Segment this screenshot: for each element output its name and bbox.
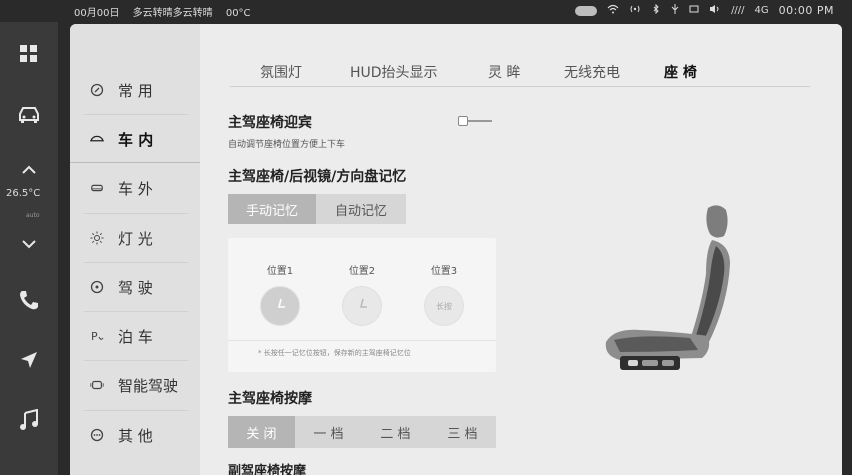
hotspot-icon xyxy=(629,4,641,17)
massage-off-button[interactable]: 关 闭 xyxy=(228,416,295,448)
seat-settings-content: 氛围灯 HUD抬头显示 灵 眸 无线充电 座 椅 主驾座椅迎宾 自动调节座椅位置… xyxy=(200,24,842,475)
settings-menu: 常 用 车 内 车 外 灯 光 驾 驶 P 泊 车 智能驾驶 其 他 xyxy=(70,24,200,475)
sensor-icon xyxy=(90,378,104,392)
music-icon[interactable] xyxy=(17,408,41,432)
manual-memory-button[interactable]: 手动记忆 xyxy=(228,194,316,224)
clock-icon xyxy=(90,83,104,97)
tab-seat[interactable]: 座 椅 xyxy=(664,62,697,82)
position-1-button[interactable] xyxy=(260,286,300,326)
menu-item-label: 灯 光 xyxy=(118,229,153,248)
settings-panel: 常 用 车 内 车 外 灯 光 驾 驶 P 泊 车 智能驾驶 其 他 氛围灯 H… xyxy=(70,24,842,475)
status-weather: 多云转晴多云转晴 xyxy=(132,8,213,19)
car-exterior-icon xyxy=(90,181,104,195)
memory-positions-card: 位置1 位置2 位置3 长按 * 长按任一记忆位按钮，保存新的主驾座椅记忆位 xyxy=(228,238,496,372)
position-2-label: 位置2 xyxy=(348,266,376,277)
seat-welcome-toggle[interactable] xyxy=(458,116,492,126)
massage-level-selector: 关 闭 一 档 二 档 三 档 xyxy=(228,416,496,448)
settings-tabs: 氛围灯 HUD抬头显示 灵 眸 无线充电 座 椅 xyxy=(230,58,810,87)
display-icon xyxy=(689,4,699,17)
menu-item-smart-driving[interactable]: 智能驾驶 xyxy=(70,361,200,409)
status-temperature: 00°C xyxy=(225,8,251,19)
menu-item-label: 智能驾驶 xyxy=(118,376,179,395)
usb-icon xyxy=(671,4,679,17)
memory-mode-selector: 手动记忆 自动记忆 xyxy=(228,194,406,224)
temp-down-icon[interactable] xyxy=(17,232,41,256)
tab-wireless-charging[interactable]: 无线充电 xyxy=(564,62,620,82)
menu-item-interior[interactable]: 车 内 xyxy=(70,115,200,163)
svg-text:P: P xyxy=(91,330,98,343)
wifi-icon xyxy=(607,4,619,17)
menu-item-common[interactable]: 常 用 xyxy=(70,66,200,114)
status-bar: 00月00日 多云转晴多云转晴 00°C //// 4G 00:00 PM xyxy=(0,0,852,22)
network-type: 4G xyxy=(754,5,769,16)
long-press-hint: 长按 xyxy=(436,301,452,311)
volume-icon xyxy=(709,4,721,17)
vehicle-icon[interactable] xyxy=(17,102,41,126)
battery-pill-icon xyxy=(575,5,598,16)
menu-item-label: 泊 车 xyxy=(118,327,153,346)
tab-hud[interactable]: HUD抬头显示 xyxy=(350,62,438,82)
apps-grid-icon[interactable] xyxy=(17,42,41,66)
memory-title: 主驾座椅/后视镜/方向盘记忆 xyxy=(228,169,407,185)
menu-item-exterior[interactable]: 车 外 xyxy=(70,164,200,212)
tab-ambient-light[interactable]: 氛围灯 xyxy=(260,62,302,82)
menu-item-label: 其 他 xyxy=(118,426,153,445)
status-date: 00月00日 xyxy=(74,8,120,19)
parking-icon: P xyxy=(90,329,104,343)
status-clock: 00:00 PM xyxy=(778,4,834,17)
menu-item-driving[interactable]: 驾 驶 xyxy=(70,263,200,311)
position-1-label: 位置1 xyxy=(266,266,294,277)
car-interior-icon xyxy=(90,132,104,146)
seat-illustration xyxy=(580,184,760,384)
massage-title: 主驾座椅按摩 xyxy=(228,391,312,407)
position-3-button[interactable]: 长按 xyxy=(424,286,464,326)
auto-memory-button[interactable]: 自动记忆 xyxy=(316,194,406,224)
climate-mode: auto xyxy=(26,212,40,219)
menu-item-other[interactable]: 其 他 xyxy=(70,411,200,459)
seat-small-icon xyxy=(273,298,287,314)
position-2-button[interactable] xyxy=(342,286,382,326)
massage-level-3-button[interactable]: 三 档 xyxy=(429,416,496,448)
bluetooth-icon xyxy=(651,3,661,17)
left-dock: 26.5°C auto xyxy=(0,22,58,475)
sun-icon xyxy=(90,231,104,245)
massage-level-1-button[interactable]: 一 档 xyxy=(295,416,362,448)
menu-item-label: 车 外 xyxy=(118,179,153,198)
climate-temperature: 26.5°C xyxy=(6,188,41,199)
seat-welcome-title: 主驾座椅迎宾 xyxy=(228,115,312,131)
more-icon xyxy=(90,428,104,442)
passenger-massage-title: 副驾座椅按摩 xyxy=(228,464,307,475)
menu-item-parking[interactable]: P 泊 车 xyxy=(70,312,200,360)
seat-image xyxy=(605,205,730,370)
position-3-label: 位置3 xyxy=(430,266,458,277)
seat-small-icon xyxy=(355,298,369,314)
menu-item-label: 驾 驶 xyxy=(118,278,153,297)
toggle-knob xyxy=(458,116,468,126)
temp-up-icon[interactable] xyxy=(17,158,41,182)
memory-note: * 长按任一记忆位按钮，保存新的主驾座椅记忆位 xyxy=(258,349,411,357)
signal-strength: //// xyxy=(731,5,745,16)
tab-lingmou[interactable]: 灵 眸 xyxy=(488,62,520,82)
menu-item-lights[interactable]: 灯 光 xyxy=(70,214,200,262)
steering-wheel-icon xyxy=(90,280,104,294)
menu-item-label: 车 内 xyxy=(118,130,154,149)
card-divider xyxy=(228,340,496,341)
seat-welcome-subtitle: 自动调节座椅位置方便上下车 xyxy=(228,140,346,150)
menu-item-label: 常 用 xyxy=(118,81,153,100)
phone-icon[interactable] xyxy=(17,288,41,312)
massage-level-2-button[interactable]: 二 档 xyxy=(362,416,429,448)
navigation-icon[interactable] xyxy=(17,348,41,372)
